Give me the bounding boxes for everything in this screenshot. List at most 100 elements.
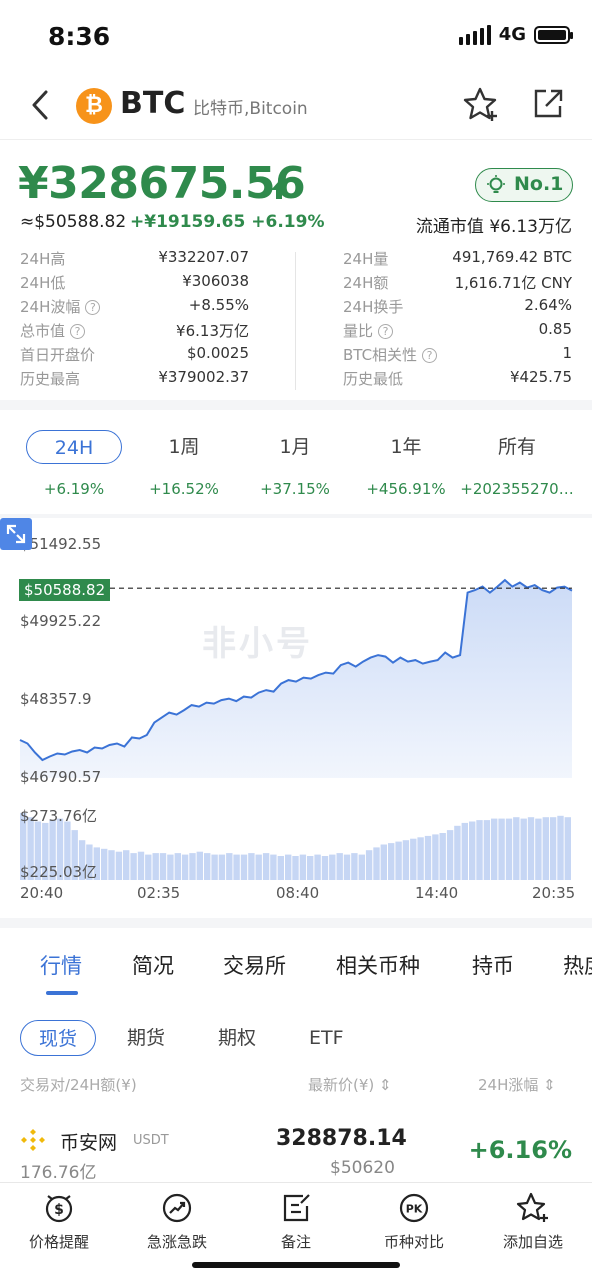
circulating-mcap: 流通市值 ¥6.13万亿 bbox=[415, 217, 572, 237]
exchange-name[interactable]: 币安网 bbox=[60, 1128, 117, 1155]
rank-badge[interactable]: No.1 bbox=[475, 168, 573, 202]
volume-bar bbox=[476, 820, 483, 880]
volume-bar bbox=[527, 817, 535, 880]
volume-bar bbox=[292, 856, 299, 880]
stat-value: ¥379002.37 bbox=[158, 368, 249, 386]
stat-label-text: 历史最高 bbox=[20, 370, 81, 388]
price-alert-button[interactable]: $ 价格提醒 bbox=[0, 1191, 118, 1252]
subtab-options[interactable]: 期权 bbox=[218, 1020, 256, 1056]
tab-exchanges[interactable]: 交易所 bbox=[223, 950, 286, 980]
compare-button[interactable]: PK 币种对比 bbox=[355, 1191, 473, 1252]
volume-bar bbox=[520, 818, 527, 880]
price-chart[interactable]: 非小号 $51492.55 $49925.22 $48357.9 $46790.… bbox=[0, 518, 592, 918]
period-tab[interactable]: 1月 bbox=[247, 430, 343, 464]
col-price[interactable]: 最新价(¥) ⇕ bbox=[308, 1074, 392, 1095]
price-usd: ≈$50588.82 bbox=[20, 212, 127, 232]
exchange-change: +6.16% bbox=[468, 1136, 572, 1164]
lightbulb-icon bbox=[487, 175, 505, 193]
price-change: +¥19159.65 +6.19% bbox=[130, 212, 325, 232]
surge-button[interactable]: 急涨急跌 bbox=[118, 1191, 236, 1252]
back-icon[interactable] bbox=[26, 86, 56, 124]
volume-bar bbox=[321, 856, 329, 880]
stat-label: 总市值? bbox=[20, 320, 86, 341]
volume-bar bbox=[542, 817, 549, 880]
volume-bar bbox=[255, 854, 262, 880]
stat-value: ¥6.13万亿 bbox=[176, 322, 249, 340]
volume-bar bbox=[395, 841, 402, 880]
col-change[interactable]: 24H涨幅 ⇕ bbox=[478, 1074, 556, 1095]
volume-max-label: $273.76亿 bbox=[20, 807, 98, 825]
price-cny: ¥328675.56 bbox=[18, 158, 306, 209]
tab-popularity[interactable]: 热度 bbox=[563, 950, 592, 980]
volume-bar bbox=[218, 854, 226, 880]
stat-value: 1,616.71亿 CNY bbox=[454, 274, 572, 292]
tab-holders[interactable]: 持币 bbox=[472, 950, 514, 980]
stat-row: 量比? 0.85 bbox=[343, 320, 572, 344]
status-indicators: 4G bbox=[458, 24, 573, 45]
share-icon[interactable] bbox=[532, 86, 564, 120]
volume-bar bbox=[549, 817, 557, 880]
stat-label: 历史最低 bbox=[343, 368, 403, 389]
stat-value: 2.64% bbox=[524, 296, 572, 314]
volume-bar bbox=[262, 853, 270, 880]
active-tab-indicator bbox=[46, 991, 78, 995]
volume-bar bbox=[123, 850, 130, 880]
volume-bar bbox=[299, 854, 307, 880]
period-change: +37.15% bbox=[260, 480, 330, 498]
y-tick-label: $48357.9 bbox=[20, 690, 92, 708]
volume-bar bbox=[358, 854, 365, 880]
stat-row: 历史最低 ¥425.75 bbox=[343, 368, 572, 392]
period-change: +202355270… bbox=[460, 480, 574, 498]
subtab-futures[interactable]: 期货 bbox=[127, 1020, 165, 1056]
exchange-quote: USDT bbox=[133, 1133, 169, 1148]
exchange-volume: 176.76亿 bbox=[20, 1163, 97, 1183]
tab-overview[interactable]: 简况 bbox=[132, 950, 174, 980]
tab-market[interactable]: 行情 bbox=[40, 950, 82, 980]
volume-bar bbox=[314, 854, 321, 880]
help-icon[interactable]: ? bbox=[422, 348, 438, 363]
status-bar: 8:36 4G bbox=[0, 0, 592, 72]
volume-bar bbox=[248, 853, 255, 880]
subtab-etf[interactable]: ETF bbox=[309, 1020, 344, 1056]
volume-bar bbox=[351, 853, 358, 880]
stat-row: 24H低 ¥306038 bbox=[20, 272, 249, 296]
fullscreen-icon[interactable] bbox=[0, 518, 32, 550]
stat-value: ¥332207.07 bbox=[158, 248, 249, 266]
x-tick-label: 14:40 bbox=[415, 884, 459, 902]
tab-related-coins[interactable]: 相关币种 bbox=[336, 950, 420, 980]
add-favorite-button[interactable]: 添加自选 bbox=[474, 1191, 592, 1252]
volume-bar bbox=[181, 854, 189, 880]
period-tab[interactable]: 1年 bbox=[358, 430, 454, 464]
col-pair: 交易对/24H额(¥) bbox=[20, 1076, 137, 1094]
note-button[interactable]: 备注 bbox=[237, 1191, 355, 1252]
svg-text:$: $ bbox=[54, 1202, 64, 1218]
help-icon[interactable]: ? bbox=[378, 324, 394, 339]
help-icon[interactable]: ? bbox=[70, 324, 86, 339]
x-tick-label: 08:40 bbox=[276, 884, 320, 902]
volume-bar bbox=[226, 853, 233, 880]
period-tab[interactable]: 所有 bbox=[469, 430, 565, 464]
rank-text: No.1 bbox=[514, 173, 564, 195]
stat-label-text: BTC相关性 bbox=[343, 346, 418, 364]
binance-logo-icon bbox=[21, 1129, 45, 1151]
add-favorite-icon bbox=[516, 1192, 548, 1222]
help-icon[interactable]: ? bbox=[85, 300, 101, 315]
svg-text:PK: PK bbox=[406, 1203, 423, 1216]
current-price-tag: $50588.82 bbox=[19, 579, 111, 601]
stat-label-text: 量比 bbox=[343, 322, 374, 340]
volume-bar bbox=[373, 847, 380, 880]
home-indicator bbox=[192, 1262, 400, 1268]
subtab-spot[interactable]: 现货 bbox=[20, 1020, 96, 1056]
period-change: +16.52% bbox=[149, 480, 219, 498]
volume-bar bbox=[491, 818, 498, 880]
period-tab[interactable]: 24H bbox=[26, 430, 122, 464]
star-plus-icon[interactable] bbox=[462, 86, 498, 122]
volume-bar bbox=[564, 817, 571, 880]
volume-bar bbox=[115, 851, 123, 880]
volume-bar bbox=[307, 856, 314, 880]
signal-icon bbox=[458, 24, 491, 45]
period-tab[interactable]: 1周 bbox=[136, 430, 232, 464]
stat-row: 历史最高 ¥379002.37 bbox=[20, 368, 249, 392]
period-panel: 24H +6.19% 1周 +16.52% 1月 +37.15% 1年 +456.91% 所有 +… bbox=[0, 410, 592, 514]
stats-divider bbox=[295, 252, 296, 390]
